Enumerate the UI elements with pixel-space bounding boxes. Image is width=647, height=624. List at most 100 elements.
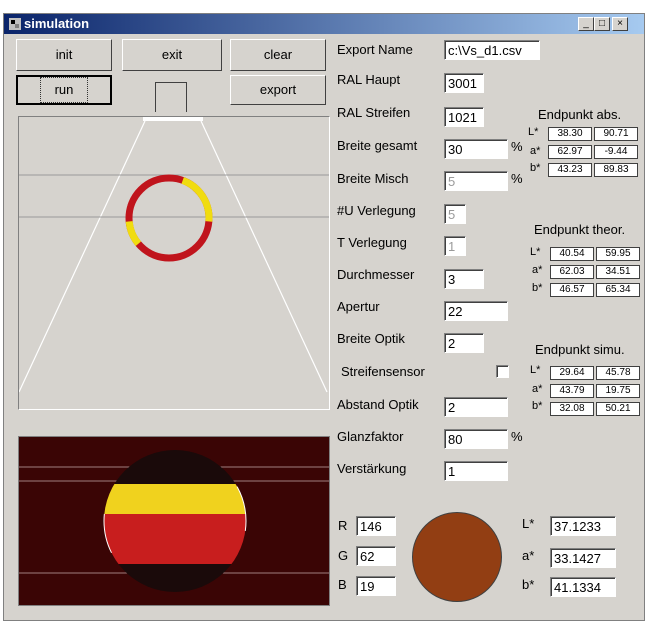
endpunkt-theor-a-value-1: 62.03	[550, 265, 594, 279]
simulation-window: simulation _ □ × init exit clear run exp…	[3, 13, 645, 621]
rgb-r-label: R	[338, 518, 348, 533]
lab-a-label: a*	[522, 548, 535, 563]
endpunkt-simu-a-value-2: 19.75	[596, 384, 640, 398]
maximize-button[interactable]: □	[594, 17, 610, 31]
flag-stripe-red	[104, 514, 246, 564]
endpunkt-simu-l-value-2: 45.78	[596, 366, 640, 380]
abstand-optik-label: Abstand Optik	[337, 397, 419, 412]
endpunkt-simu-l-label: L*	[530, 364, 541, 376]
aperture-line-left	[18, 120, 146, 393]
endpunkt-simu-l-value-1: 29.64	[550, 366, 594, 380]
simulation-drawing	[18, 117, 329, 393]
endpunkt-abs-b-value-1: 43.23	[548, 163, 592, 177]
apertur-input[interactable]: 22	[444, 301, 508, 321]
lab-b-value[interactable]: 41.1334	[550, 577, 616, 597]
endpunkt-theor-l-label: L*	[530, 246, 541, 258]
abstand-optik-input[interactable]: 2	[444, 397, 508, 417]
endpunkt-abs-l-label: L*	[528, 126, 539, 138]
streifensensor-checkbox[interactable]	[496, 365, 509, 378]
lab-l-label: L*	[522, 516, 535, 531]
endpunkt-theor-a-label: a*	[532, 264, 543, 276]
durchmesser-label: Durchmesser	[337, 267, 415, 282]
endpunkt-simu-a-value-1: 43.79	[550, 384, 594, 398]
optics-head	[155, 82, 187, 112]
title-bar[interactable]: simulation _ □ ×	[4, 14, 644, 34]
endpunkt-abs-title: Endpunkt abs.	[538, 107, 622, 122]
flag-view	[18, 436, 330, 606]
streifensensor-label: Streifensensor	[341, 364, 425, 379]
rgb-b-value[interactable]: 19	[356, 576, 396, 596]
endpunkt-theor-b-value-1: 46.57	[550, 283, 594, 297]
ral-haupt-label: RAL Haupt	[337, 72, 401, 87]
stripe-segment-right	[181, 177, 213, 222]
flag-drawing	[19, 449, 329, 593]
run-button[interactable]: run	[16, 75, 112, 105]
lab-b-label: b*	[522, 577, 535, 592]
breite-optik-input[interactable]: 2	[444, 333, 484, 353]
glanzfaktor-unit: %	[511, 429, 523, 444]
endpunkt-simu-a-label: a*	[532, 383, 543, 395]
durchmesser-input[interactable]: 3	[444, 269, 484, 289]
rgb-g-label: G	[338, 548, 349, 563]
endpunkt-abs-l-value-2: 90.71	[594, 127, 638, 141]
endpunkt-theor-l-value-1: 40.54	[550, 247, 594, 261]
ral-streifen-label: RAL Streifen	[337, 105, 411, 120]
endpunkt-abs-l-value-1: 38.30	[548, 127, 592, 141]
flag-stripe-yellow	[104, 484, 246, 514]
endpunkt-theor-a-value-2: 34.51	[596, 265, 640, 279]
init-button[interactable]: init	[16, 39, 112, 71]
endpunkt-theor-title: Endpunkt theor.	[534, 222, 626, 237]
t-verlegung-label: T Verlegung	[337, 235, 407, 250]
sensor-window	[143, 117, 203, 121]
endpunkt-abs-a-value-2: -9.44	[594, 145, 638, 159]
ral-streifen-input[interactable]: 1021	[444, 107, 484, 127]
endpunkt-theor-b-value-2: 65.34	[596, 283, 640, 297]
breite-misch-input[interactable]: 5	[444, 171, 508, 191]
endpunkt-abs-b-label: b*	[530, 162, 541, 174]
rgb-r-value[interactable]: 146	[356, 516, 396, 536]
breite-optik-label: Breite Optik	[337, 331, 405, 346]
exit-button[interactable]: exit	[122, 39, 222, 71]
clear-button[interactable]: clear	[230, 39, 326, 71]
stripe-segment-left	[125, 220, 142, 246]
export-name-input[interactable]: c:\Vs_d1.csv	[444, 40, 540, 60]
endpunkt-theor-l-value-2: 59.95	[596, 247, 640, 261]
app-icon	[9, 18, 21, 30]
glanzfaktor-input[interactable]: 80	[444, 429, 508, 449]
window-title: simulation	[24, 16, 90, 31]
close-button[interactable]: ×	[612, 17, 628, 31]
breite-misch-label: Breite Misch	[337, 171, 409, 186]
minimize-button[interactable]: _	[578, 17, 594, 31]
endpunkt-theor-b-label: b*	[532, 282, 543, 294]
lab-l-value[interactable]: 37.1233	[550, 516, 616, 536]
export-name-label: Export Name	[337, 42, 413, 57]
verstaerkung-label: Verstärkung	[337, 461, 407, 476]
u-verlegung-label: #U Verlegung	[337, 203, 416, 218]
apertur-label: Apertur	[337, 299, 380, 314]
color-swatch	[412, 512, 502, 602]
glanzfaktor-label: Glanzfaktor	[337, 429, 404, 444]
endpunkt-simu-b-value-2: 50.21	[596, 402, 640, 416]
endpunkt-abs-b-value-2: 89.83	[594, 163, 638, 177]
endpunkt-abs-a-label: a*	[530, 145, 541, 157]
rgb-b-label: B	[338, 577, 347, 592]
export-button[interactable]: export	[230, 75, 326, 105]
t-verlegung-input[interactable]: 1	[444, 236, 466, 256]
endpunkt-abs-a-value-1: 62.97	[548, 145, 592, 159]
rgb-g-value[interactable]: 62	[356, 546, 396, 566]
endpunkt-simu-b-label: b*	[532, 400, 543, 412]
u-verlegung-input[interactable]: 5	[444, 204, 466, 224]
endpunkt-simu-title: Endpunkt simu.	[535, 342, 625, 357]
verstaerkung-input[interactable]: 1	[444, 461, 508, 481]
breite-misch-unit: %	[511, 171, 523, 186]
breite-gesamt-input[interactable]: 30	[444, 139, 508, 159]
flag-stripe-dark-bottom	[104, 564, 246, 592]
run-button-label: run	[39, 77, 89, 103]
endpunkt-simu-b-value-1: 32.08	[550, 402, 594, 416]
lab-a-value[interactable]: 33.1427	[550, 548, 616, 568]
breite-gesamt-label: Breite gesamt	[337, 138, 418, 153]
breite-gesamt-unit: %	[511, 139, 523, 154]
aperture-line-right	[200, 120, 328, 393]
simulation-view	[18, 116, 330, 410]
ral-haupt-input[interactable]: 3001	[444, 73, 484, 93]
